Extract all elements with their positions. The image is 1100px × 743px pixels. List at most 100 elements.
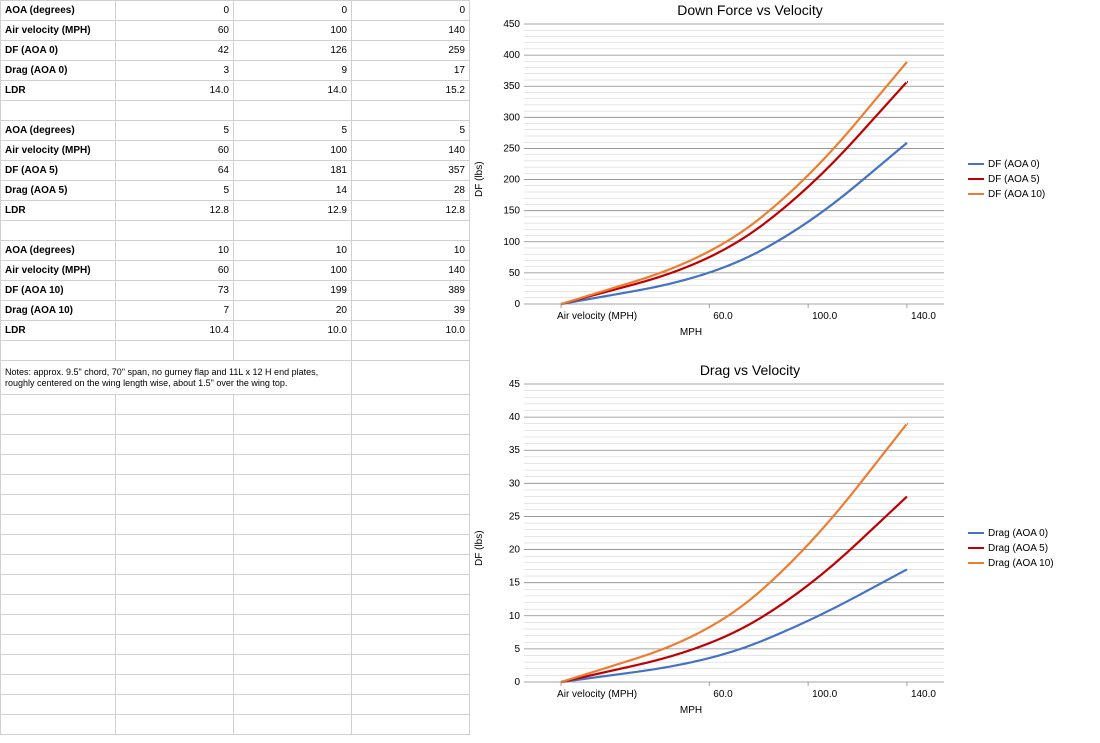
row-value: 100 xyxy=(234,261,352,281)
notes-cell: Notes: approx. 9.5" chord, 70" span, no … xyxy=(1,361,352,395)
legend-item: DF (AOA 5) xyxy=(968,174,1062,185)
svg-text:5: 5 xyxy=(514,644,520,655)
row-label: DF (AOA 0) xyxy=(1,41,116,61)
row-value: 20 xyxy=(234,301,352,321)
table-row: Drag (AOA 10)72039 xyxy=(1,301,470,321)
y-axis-label: DF (lbs) xyxy=(474,380,490,716)
row-value: 42 xyxy=(116,41,234,61)
row-value: 60 xyxy=(116,21,234,41)
svg-text:0: 0 xyxy=(514,299,520,308)
svg-text:200: 200 xyxy=(503,175,520,186)
legend-label: Drag (AOA 10) xyxy=(988,558,1054,569)
row-value: 181 xyxy=(234,161,352,181)
x-axis-first-label: Air velocity (MPH) xyxy=(557,689,637,700)
svg-text:45: 45 xyxy=(509,380,521,390)
row-value: 14.0 xyxy=(116,81,234,101)
row-value: 14.0 xyxy=(234,81,352,101)
row-label: Drag (AOA 0) xyxy=(1,61,116,81)
chart-title: Drag vs Velocity xyxy=(404,362,1096,378)
table-row: DF (AOA 0)42126259 xyxy=(1,41,470,61)
svg-text:150: 150 xyxy=(503,206,520,217)
chart-drag: Drag vs VelocityDF (lbs)0510152025303540… xyxy=(474,362,1096,737)
y-axis-label: DF (lbs) xyxy=(474,20,490,338)
legend-item: Drag (AOA 5) xyxy=(968,543,1062,554)
svg-text:25: 25 xyxy=(509,511,521,522)
svg-text:30: 30 xyxy=(509,478,521,489)
row-value: 28 xyxy=(352,181,470,201)
svg-text:300: 300 xyxy=(503,112,520,123)
legend-swatch xyxy=(968,562,984,564)
table-row: LDR10.410.010.0 xyxy=(1,321,470,341)
legend-swatch xyxy=(968,193,984,195)
svg-text:450: 450 xyxy=(503,20,520,30)
row-value: 10.4 xyxy=(116,321,234,341)
row-value: 10 xyxy=(352,241,470,261)
svg-text:50: 50 xyxy=(509,268,521,279)
row-value: 64 xyxy=(116,161,234,181)
row-value: 389 xyxy=(352,281,470,301)
row-value: 14 xyxy=(234,181,352,201)
svg-text:15: 15 xyxy=(509,578,521,589)
row-label: AOA (degrees) xyxy=(1,241,116,261)
chart-title: Down Force vs Velocity xyxy=(404,2,1096,18)
table-row: LDR14.014.015.2 xyxy=(1,81,470,101)
legend-label: Drag (AOA 5) xyxy=(988,543,1048,554)
row-value: 100 xyxy=(234,141,352,161)
row-value: 9 xyxy=(234,61,352,81)
row-value: 12.9 xyxy=(234,201,352,221)
row-value: 39 xyxy=(352,301,470,321)
series-line xyxy=(561,62,907,304)
table-row: DF (AOA 5)64181357 xyxy=(1,161,470,181)
table-row: AOA (degrees)000 xyxy=(1,1,470,21)
data-table: AOA (degrees)000Air velocity (MPH)601001… xyxy=(0,0,470,743)
row-value: 10.0 xyxy=(234,321,352,341)
table-row: Air velocity (MPH)60100140 xyxy=(1,261,470,281)
x-tick-label: 140.0 xyxy=(911,689,936,700)
row-label: Air velocity (MPH) xyxy=(1,141,116,161)
row-value: 126 xyxy=(234,41,352,61)
x-tick-label: 140.0 xyxy=(911,311,936,322)
x-tick-label: 60.0 xyxy=(713,311,732,322)
x-tick-label: 60.0 xyxy=(713,689,732,700)
legend-swatch xyxy=(968,547,984,549)
row-value: 15.2 xyxy=(352,81,470,101)
x-axis-label: MPH xyxy=(420,705,962,716)
chart-legend: DF (AOA 0) DF (AOA 5) DF (AOA 10) xyxy=(962,20,1062,338)
legend-item: DF (AOA 0) xyxy=(968,159,1062,170)
row-value: 73 xyxy=(116,281,234,301)
chart-downforce: Down Force vs VelocityDF (lbs)0501001502… xyxy=(474,2,1096,360)
legend-label: DF (AOA 10) xyxy=(988,189,1045,200)
table-row: DF (AOA 10)73199389 xyxy=(1,281,470,301)
row-value: 140 xyxy=(352,21,470,41)
row-value: 140 xyxy=(352,261,470,281)
row-value: 100 xyxy=(234,21,352,41)
row-label: AOA (degrees) xyxy=(1,1,116,21)
row-label: AOA (degrees) xyxy=(1,121,116,141)
row-value: 0 xyxy=(234,1,352,21)
row-label: Drag (AOA 10) xyxy=(1,301,116,321)
legend-label: DF (AOA 0) xyxy=(988,159,1040,170)
row-value: 140 xyxy=(352,141,470,161)
legend-label: DF (AOA 5) xyxy=(988,174,1040,185)
row-value: 3 xyxy=(116,61,234,81)
row-value: 17 xyxy=(352,61,470,81)
row-label: LDR xyxy=(1,81,116,101)
row-value: 12.8 xyxy=(352,201,470,221)
table-row: AOA (degrees)101010 xyxy=(1,241,470,261)
legend-item: Drag (AOA 0) xyxy=(968,528,1062,539)
row-value: 60 xyxy=(116,141,234,161)
row-value: 357 xyxy=(352,161,470,181)
svg-text:35: 35 xyxy=(509,445,521,456)
row-value: 0 xyxy=(116,1,234,21)
row-label: DF (AOA 10) xyxy=(1,281,116,301)
row-label: DF (AOA 5) xyxy=(1,161,116,181)
row-value: 5 xyxy=(352,121,470,141)
svg-text:10: 10 xyxy=(509,611,521,622)
row-label: Air velocity (MPH) xyxy=(1,261,116,281)
row-value: 5 xyxy=(234,121,352,141)
svg-text:350: 350 xyxy=(503,81,520,92)
row-value: 5 xyxy=(116,121,234,141)
legend-item: DF (AOA 10) xyxy=(968,189,1062,200)
table-row: LDR12.812.912.8 xyxy=(1,201,470,221)
table-row: Air velocity (MPH)60100140 xyxy=(1,141,470,161)
